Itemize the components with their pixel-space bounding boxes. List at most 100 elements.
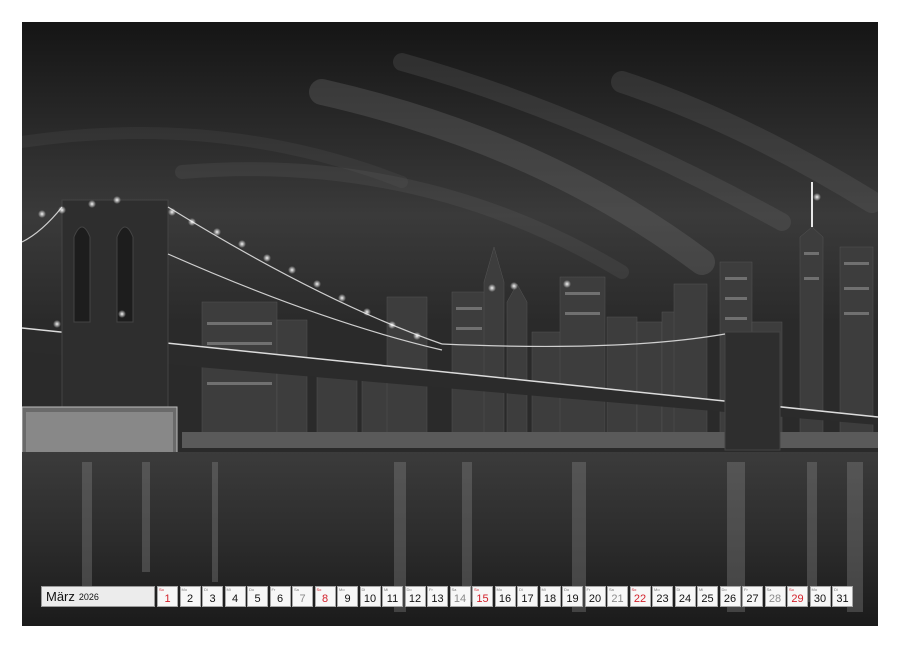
day-cell: So22 xyxy=(630,586,651,607)
weekday-abbr: Do xyxy=(564,587,569,592)
day-cell: Mo23 xyxy=(652,586,673,607)
day-cell: Di3 xyxy=(202,586,223,607)
day-cell: So15 xyxy=(472,586,493,607)
day-cell: Do26 xyxy=(720,586,741,607)
light-point xyxy=(363,308,371,316)
light-point xyxy=(188,218,196,226)
day-number: 26 xyxy=(721,593,740,605)
day-number: 6 xyxy=(271,593,290,605)
day-cell: So8 xyxy=(315,586,336,607)
light-point xyxy=(118,310,126,318)
weekday-abbr: Do xyxy=(722,587,727,592)
day-cell: Di10 xyxy=(360,586,381,607)
day-number: 31 xyxy=(833,593,852,605)
day-cell: Di31 xyxy=(832,586,853,607)
day-cell: Sa28 xyxy=(765,586,786,607)
day-cell: Di24 xyxy=(675,586,696,607)
light-point xyxy=(213,228,221,236)
weekday-abbr: So xyxy=(317,587,322,592)
day-cell: Mi4 xyxy=(225,586,246,607)
day-number: 29 xyxy=(788,593,807,605)
bridge-tower-far xyxy=(725,332,780,450)
day-cell: Do12 xyxy=(405,586,426,607)
day-number: 30 xyxy=(811,593,830,605)
day-cell: Sa7 xyxy=(292,586,313,607)
day-number: 19 xyxy=(563,593,582,605)
day-number: 12 xyxy=(406,593,425,605)
light-point xyxy=(413,332,421,340)
light-point xyxy=(168,208,176,216)
day-cell: Mi11 xyxy=(382,586,403,607)
day-number: 9 xyxy=(338,593,357,605)
day-cell: Mi25 xyxy=(697,586,718,607)
day-cells: So1Mo2Di3Mi4Do5Fr6Sa7So8Mo9Di10Mi11Do12F… xyxy=(157,586,855,607)
day-number: 10 xyxy=(361,593,380,605)
light-point xyxy=(263,254,271,262)
month-label: März 2026 xyxy=(41,586,155,607)
day-cell: Mo9 xyxy=(337,586,358,607)
day-number: 11 xyxy=(383,593,402,605)
light-point xyxy=(113,196,121,204)
month-year: 2026 xyxy=(79,592,99,602)
light-point xyxy=(53,320,61,328)
light-point xyxy=(288,266,296,274)
light-point xyxy=(38,210,46,218)
calendar-photo xyxy=(22,22,878,626)
day-number: 28 xyxy=(766,593,785,605)
weekday-abbr: Fr xyxy=(429,587,433,592)
weekday-abbr: Mo xyxy=(497,587,503,592)
weekday-abbr: Do xyxy=(407,587,412,592)
day-number: 7 xyxy=(293,593,312,605)
weekday-abbr: Sa xyxy=(294,587,299,592)
day-cell: So29 xyxy=(787,586,808,607)
day-number: 22 xyxy=(631,593,650,605)
day-cell: Do5 xyxy=(247,586,268,607)
weekday-abbr: Mo xyxy=(339,587,345,592)
weekday-abbr: So xyxy=(789,587,794,592)
day-number: 2 xyxy=(181,593,200,605)
day-cell: Sa14 xyxy=(450,586,471,607)
weekday-abbr: Mi xyxy=(384,587,388,592)
weekday-abbr: Di xyxy=(519,587,523,592)
weekday-abbr: Mi xyxy=(227,587,231,592)
day-cell: Di17 xyxy=(517,586,538,607)
day-number: 17 xyxy=(518,593,537,605)
weekday-abbr: Di xyxy=(834,587,838,592)
light-point xyxy=(58,206,66,214)
day-number: 5 xyxy=(248,593,267,605)
weekday-abbr: Mo xyxy=(812,587,818,592)
day-cell: Mo16 xyxy=(495,586,516,607)
weekday-abbr: Mi xyxy=(542,587,546,592)
day-cell: Fr6 xyxy=(270,586,291,607)
light-point xyxy=(563,280,571,288)
light-point xyxy=(488,284,496,292)
day-number: 23 xyxy=(653,593,672,605)
weekday-abbr: Mo xyxy=(182,587,188,592)
weekday-abbr: So xyxy=(159,587,164,592)
day-number: 18 xyxy=(541,593,560,605)
day-cell: Mi18 xyxy=(540,586,561,607)
day-number: 13 xyxy=(428,593,447,605)
light-point xyxy=(88,200,96,208)
day-number: 16 xyxy=(496,593,515,605)
day-number: 25 xyxy=(698,593,717,605)
weekday-abbr: Fr xyxy=(272,587,276,592)
day-number: 4 xyxy=(226,593,245,605)
day-cell: Fr27 xyxy=(742,586,763,607)
day-cell: Mo2 xyxy=(180,586,201,607)
light-point xyxy=(313,280,321,288)
day-number: 15 xyxy=(473,593,492,605)
day-number: 1 xyxy=(158,593,177,605)
weekday-abbr: Fr xyxy=(744,587,748,592)
day-cell: Do19 xyxy=(562,586,583,607)
weekday-abbr: Sa xyxy=(767,587,772,592)
weekday-abbr: Mi xyxy=(699,587,703,592)
weekday-abbr: Di xyxy=(677,587,681,592)
day-cell: Fr13 xyxy=(427,586,448,607)
day-number: 8 xyxy=(316,593,335,605)
light-point xyxy=(510,282,518,290)
month-name: März xyxy=(46,589,75,604)
day-cell: Mo30 xyxy=(810,586,831,607)
weekday-abbr: Di xyxy=(362,587,366,592)
day-number: 3 xyxy=(203,593,222,605)
